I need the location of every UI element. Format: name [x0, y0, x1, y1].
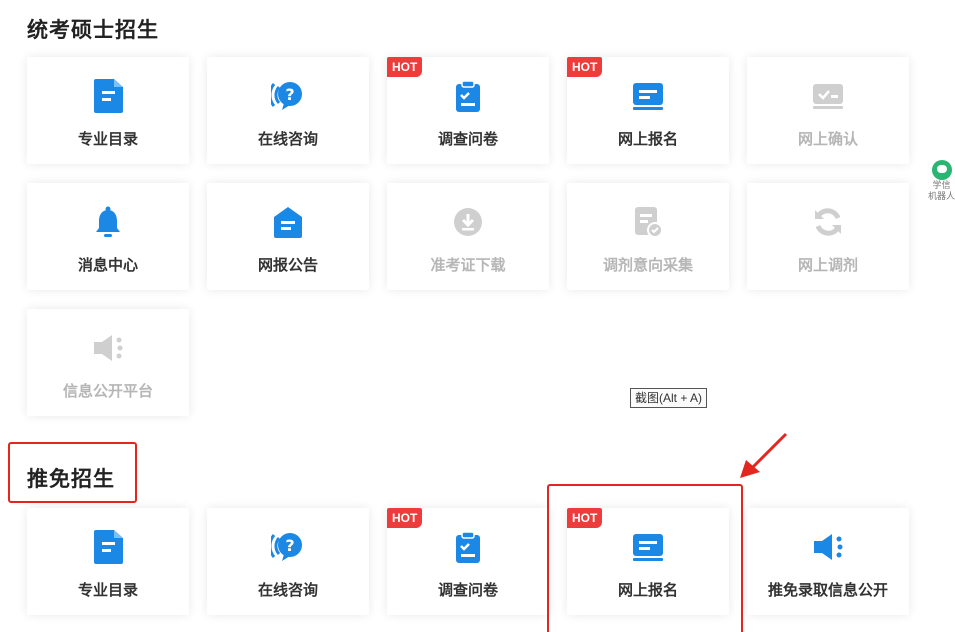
- hot-badge: HOT: [567, 57, 603, 77]
- hot-badge: HOT: [387, 508, 423, 528]
- online-form-icon: [631, 79, 665, 113]
- clipboard-check-icon: [451, 530, 485, 564]
- robot-assistant-widget[interactable]: 学信 机器人: [928, 158, 955, 214]
- download-icon: [451, 205, 485, 239]
- tile-admission-info-disclosure[interactable]: 推免录取信息公开: [747, 508, 909, 615]
- highlight-box-registration: [547, 484, 743, 632]
- tile-label: 推免录取信息公开: [767, 582, 888, 599]
- tile-major-catalog[interactable]: 专业目录: [27, 508, 189, 615]
- tile-info-disclosure[interactable]: 信息公开平台: [27, 309, 189, 416]
- tile-label: 准考证下载: [430, 257, 506, 274]
- tile-label: 网上确认: [797, 131, 858, 148]
- tile-label: 在线咨询: [257, 131, 318, 148]
- tile-label: 在线咨询: [257, 582, 318, 599]
- tile-label: 网报公告: [257, 257, 318, 274]
- notice-icon: [271, 205, 305, 239]
- arrow-annotation-icon: [740, 432, 788, 478]
- svg-text:?: ?: [285, 536, 294, 555]
- hot-badge: HOT: [387, 57, 423, 77]
- tile-online-adjustment[interactable]: 网上调剂: [747, 183, 909, 290]
- tile-message-center[interactable]: 消息中心: [27, 183, 189, 290]
- form-collect-icon: [631, 205, 665, 239]
- clipboard-check-icon: [451, 79, 485, 113]
- robot-label-line2: 机器人: [928, 191, 955, 201]
- tile-label: 专业目录: [77, 582, 138, 599]
- screenshot-tooltip: 截图(Alt + A): [630, 388, 708, 408]
- robot-icon: [931, 160, 952, 180]
- tile-label: 专业目录: [77, 131, 138, 148]
- tile-label: 调查问卷: [437, 582, 498, 599]
- robot-label-line1: 学信: [932, 180, 951, 190]
- tile-online-registration[interactable]: HOT 网上报名: [567, 57, 729, 164]
- section-title-tuimian: 推免招生: [27, 468, 115, 491]
- tile-label: 网上报名: [617, 131, 678, 148]
- speaker-icon: [91, 331, 125, 365]
- tile-online-confirm[interactable]: 网上确认: [747, 57, 909, 164]
- section-title-tongkao: 统考硕士招生: [27, 19, 159, 42]
- confirm-icon: [811, 79, 845, 113]
- tile-notice[interactable]: 网报公告: [207, 183, 369, 290]
- tile-survey[interactable]: HOT 调查问卷: [387, 508, 549, 615]
- tile-label: 网上调剂: [797, 257, 858, 274]
- refresh-icon: [811, 205, 845, 239]
- tile-label: 调查问卷: [437, 131, 498, 148]
- chat-question-icon: ?: [271, 530, 305, 564]
- tile-label: 信息公开平台: [62, 383, 153, 400]
- speaker-icon: [811, 530, 845, 564]
- tile-survey[interactable]: HOT 调查问卷: [387, 57, 549, 164]
- tile-online-consult[interactable]: ? 在线咨询: [207, 508, 369, 615]
- tile-major-catalog[interactable]: 专业目录: [27, 57, 189, 164]
- tile-online-consult[interactable]: ? 在线咨询: [207, 57, 369, 164]
- bell-icon: [91, 205, 125, 239]
- catalog-icon: [91, 79, 125, 113]
- tile-label: 调剂意向采集: [602, 257, 693, 274]
- catalog-icon: [91, 530, 125, 564]
- tile-adjustment-intent[interactable]: 调剂意向采集: [567, 183, 729, 290]
- chat-question-icon: ?: [271, 79, 305, 113]
- svg-text:?: ?: [285, 85, 294, 104]
- tile-label: 消息中心: [77, 257, 138, 274]
- tile-admission-ticket[interactable]: 准考证下载: [387, 183, 549, 290]
